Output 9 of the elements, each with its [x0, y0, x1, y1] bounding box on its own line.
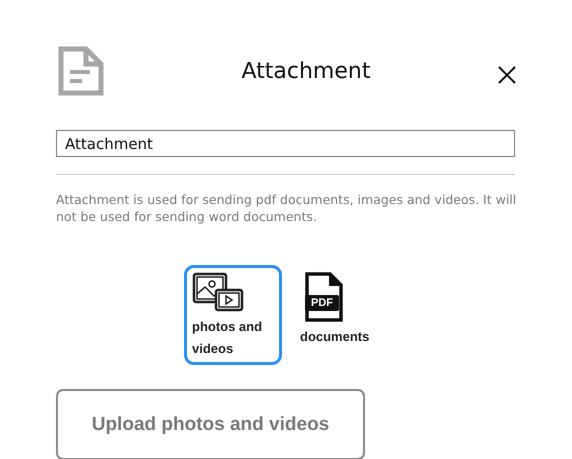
close-button[interactable]	[498, 66, 516, 84]
description-text: Attachment is used for sending pdf documents, images and videos. It will not be used for sending word documents.	[56, 191, 518, 225]
document-icon	[58, 46, 104, 96]
dialog-title: Attachment	[242, 58, 370, 84]
name-field[interactable]: Attachment	[56, 130, 515, 157]
attachment-type-option[interactable]: photos and videos	[184, 265, 282, 365]
upload-button[interactable]: Upload photos and videos	[56, 389, 365, 459]
photo-video-icon	[192, 272, 244, 312]
pdf-file-icon: PDF	[304, 272, 344, 322]
